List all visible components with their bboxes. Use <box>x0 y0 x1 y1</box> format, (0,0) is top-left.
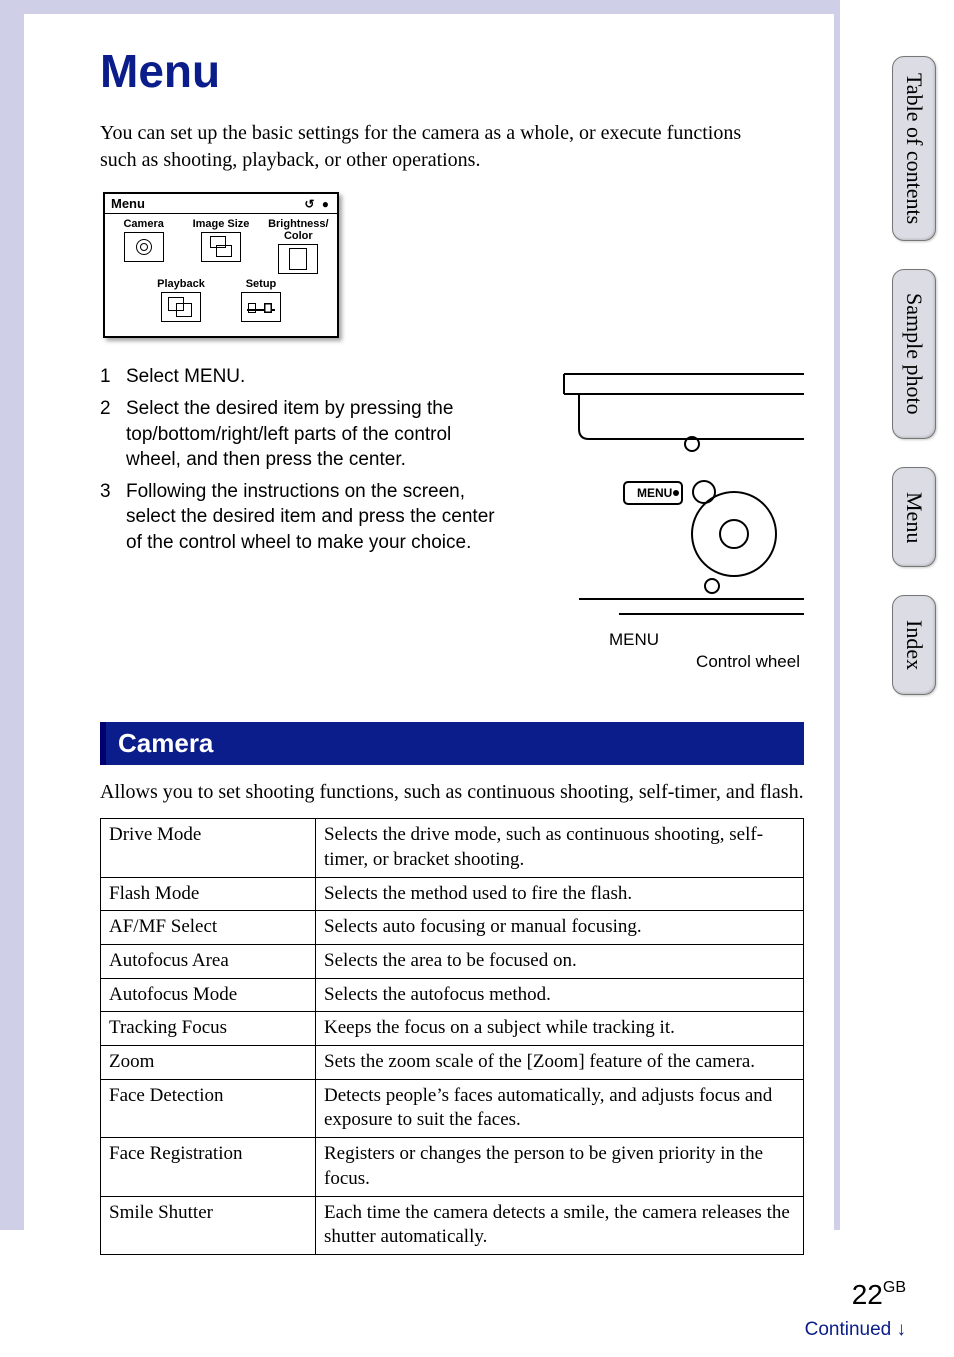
step-1-number: 1 <box>100 364 116 390</box>
menu-item-setup-label: Setup <box>225 278 297 290</box>
brightness-icon <box>278 244 318 274</box>
setting-desc: Selects the drive mode, such as continuo… <box>316 819 804 877</box>
side-tab-index[interactable]: Index <box>892 595 936 695</box>
setting-name: AF/MF Select <box>101 911 316 945</box>
setting-name: Autofocus Mode <box>101 978 316 1012</box>
step-2-text: Select the desired item by pressing the … <box>126 396 504 473</box>
steps-list: 1 Select MENU. 2 Select the desired item… <box>100 364 504 561</box>
menu-item-brightness-label: Brightness/ Color <box>264 218 333 242</box>
menu-screen-body: Camera Image Size Brightness/ Color Play… <box>105 214 337 336</box>
setting-desc: Registers or changes the person to be gi… <box>316 1138 804 1196</box>
diagram-menu-button-text: MENU <box>637 486 672 500</box>
table-row: Smile ShutterEach time the camera detect… <box>101 1196 804 1254</box>
menu-item-playback-label: Playback <box>145 278 217 290</box>
menu-item-setup: Setup <box>225 278 297 322</box>
setting-desc: Each time the camera detects a smile, th… <box>316 1196 804 1254</box>
setting-desc: Sets the zoom scale of the [Zoom] featur… <box>316 1046 804 1080</box>
page-number: 22GB <box>852 1279 906 1311</box>
step-3-number: 3 <box>100 479 116 556</box>
menu-item-image-size-label: Image Size <box>186 218 255 230</box>
step-2: 2 Select the desired item by pressing th… <box>100 396 504 473</box>
side-tab-menu[interactable]: Menu <box>892 467 936 567</box>
continued-indicator: Continued ↓ <box>805 1319 906 1341</box>
setting-desc: Selects the area to be focused on. <box>316 945 804 979</box>
step-2-number: 2 <box>100 396 116 473</box>
setting-name: Face Registration <box>101 1138 316 1196</box>
setting-name: Autofocus Area <box>101 945 316 979</box>
page-content: Menu You can set up the basic settings f… <box>24 14 834 1274</box>
setup-icon <box>241 292 281 322</box>
table-row: AF/MF SelectSelects auto focusing or man… <box>101 911 804 945</box>
setting-desc: Selects the method used to fire the flas… <box>316 877 804 911</box>
setting-name: Drive Mode <box>101 819 316 877</box>
table-row: Face RegistrationRegisters or changes th… <box>101 1138 804 1196</box>
page-title: Menu <box>100 44 804 98</box>
setting-name: Face Detection <box>101 1079 316 1137</box>
setting-name: Smile Shutter <box>101 1196 316 1254</box>
playback-icon <box>161 292 201 322</box>
setting-desc: Selects auto focusing or manual focusing… <box>316 911 804 945</box>
table-row: Drive ModeSelects the drive mode, such a… <box>101 819 804 877</box>
step-3: 3 Following the instructions on the scre… <box>100 479 504 556</box>
page-region: GB <box>883 1279 906 1296</box>
menu-screen-header-icons: ↺ ● <box>304 197 331 211</box>
menu-item-playback: Playback <box>145 278 217 322</box>
setting-desc: Detects people’s faces automatically, an… <box>316 1079 804 1137</box>
step-1-text: Select MENU. <box>126 364 245 390</box>
table-row: Autofocus ModeSelects the autofocus meth… <box>101 978 804 1012</box>
section-header-camera: Camera <box>100 722 804 765</box>
camera-diagram: MENU MENU Control wheel <box>524 364 804 672</box>
diagram-menu-label: MENU <box>464 630 804 650</box>
image-size-icon <box>201 232 241 262</box>
setting-name: Flash Mode <box>101 877 316 911</box>
section-intro: Allows you to set shooting functions, su… <box>100 781 804 804</box>
menu-screen-mockup: Menu ↺ ● Camera Image Size Brightness/ C… <box>103 192 339 338</box>
setting-desc: Selects the autofocus method. <box>316 978 804 1012</box>
camera-settings-table: Drive ModeSelects the drive mode, such a… <box>100 818 804 1255</box>
setting-name: Tracking Focus <box>101 1012 316 1046</box>
setting-name: Zoom <box>101 1046 316 1080</box>
step-1: 1 Select MENU. <box>100 364 504 390</box>
menu-screen-header: Menu ↺ ● <box>105 194 337 214</box>
table-row: Tracking FocusKeeps the focus on a subje… <box>101 1012 804 1046</box>
table-row: Autofocus AreaSelects the area to be foc… <box>101 945 804 979</box>
side-tabs: Table of contents Sample photo Menu Inde… <box>892 56 936 695</box>
setting-desc: Keeps the focus on a subject while track… <box>316 1012 804 1046</box>
camera-diagram-svg: MENU <box>524 364 804 624</box>
camera-icon <box>124 232 164 262</box>
side-tab-sample-photo[interactable]: Sample photo <box>892 269 936 439</box>
menu-screen-header-label: Menu <box>111 196 145 211</box>
menu-item-image-size: Image Size <box>186 218 255 274</box>
menu-item-camera: Camera <box>109 218 178 274</box>
page-number-value: 22 <box>852 1279 883 1310</box>
diagram-wheel-label: Control wheel <box>524 652 804 672</box>
table-row: ZoomSets the zoom scale of the [Zoom] fe… <box>101 1046 804 1080</box>
menu-item-camera-label: Camera <box>109 218 178 230</box>
table-row: Face DetectionDetects people’s faces aut… <box>101 1079 804 1137</box>
step-3-text: Following the instructions on the screen… <box>126 479 504 556</box>
table-row: Flash ModeSelects the method used to fir… <box>101 877 804 911</box>
side-tab-toc[interactable]: Table of contents <box>892 56 936 241</box>
intro-text: You can set up the basic settings for th… <box>100 120 780 174</box>
menu-item-brightness: Brightness/ Color <box>264 218 333 274</box>
